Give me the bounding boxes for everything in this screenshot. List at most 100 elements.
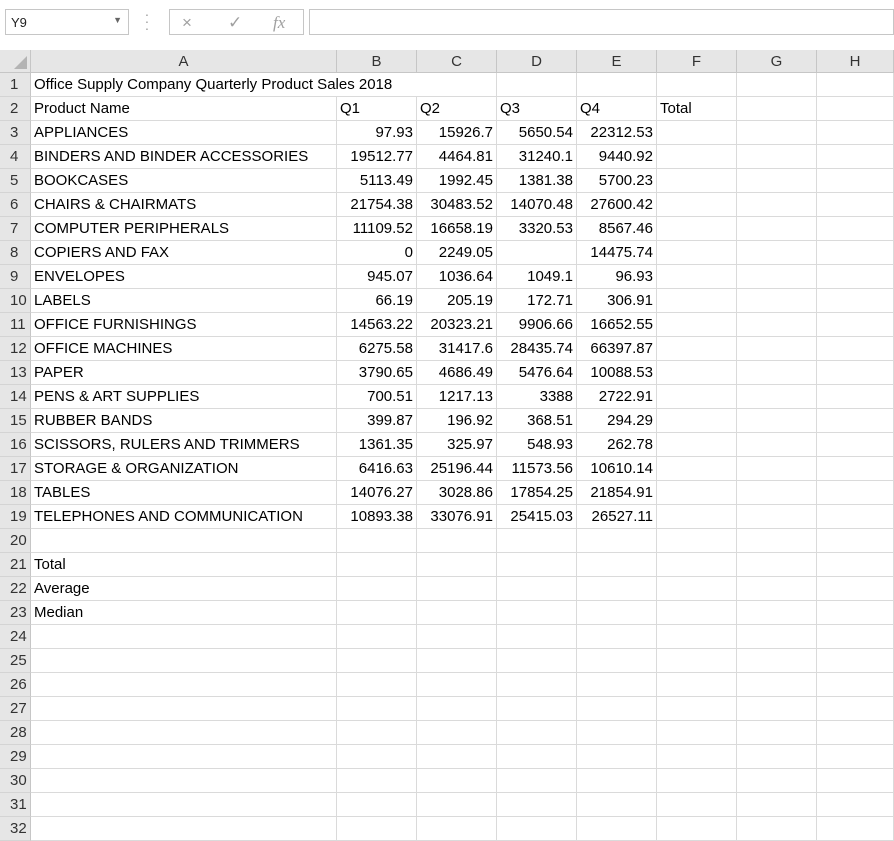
cell-h27[interactable]: [817, 697, 894, 721]
cell-g16[interactable]: [737, 433, 817, 457]
cell-b32[interactable]: [337, 817, 417, 841]
name-box[interactable]: Y9 ▼: [5, 9, 129, 35]
cell-h12[interactable]: [817, 337, 894, 361]
cell-g11[interactable]: [737, 313, 817, 337]
cell-a27[interactable]: [31, 697, 337, 721]
cell-f3[interactable]: [657, 121, 737, 145]
cell-c10[interactable]: 205.19: [417, 289, 497, 313]
cell-d29[interactable]: [497, 745, 577, 769]
row-header-27[interactable]: 27: [0, 697, 31, 721]
cell-h30[interactable]: [817, 769, 894, 793]
column-header-f[interactable]: F: [657, 50, 737, 73]
column-header-a[interactable]: A: [31, 50, 337, 73]
cell-h2[interactable]: [817, 97, 894, 121]
column-header-e[interactable]: E: [577, 50, 657, 73]
cell-d3[interactable]: 5650.54: [497, 121, 577, 145]
cell-b10[interactable]: 66.19: [337, 289, 417, 313]
cell-e32[interactable]: [577, 817, 657, 841]
cell-f29[interactable]: [657, 745, 737, 769]
cell-h31[interactable]: [817, 793, 894, 817]
cell-e11[interactable]: 16652.55: [577, 313, 657, 337]
cell-f32[interactable]: [657, 817, 737, 841]
cell-b6[interactable]: 21754.38: [337, 193, 417, 217]
cell-b17[interactable]: 6416.63: [337, 457, 417, 481]
cell-e2[interactable]: Q4: [577, 97, 657, 121]
cell-d11[interactable]: 9906.66: [497, 313, 577, 337]
cell-b16[interactable]: 1361.35: [337, 433, 417, 457]
cell-c20[interactable]: [417, 529, 497, 553]
cell-d14[interactable]: 3388: [497, 385, 577, 409]
cell-a29[interactable]: [31, 745, 337, 769]
row-header-23[interactable]: 23: [0, 601, 31, 625]
cell-b13[interactable]: 3790.65: [337, 361, 417, 385]
cell-a22[interactable]: Average: [31, 577, 337, 601]
cell-a8[interactable]: COPIERS AND FAX: [31, 241, 337, 265]
cell-h18[interactable]: [817, 481, 894, 505]
row-header-31[interactable]: 31: [0, 793, 31, 817]
cell-g10[interactable]: [737, 289, 817, 313]
cell-g14[interactable]: [737, 385, 817, 409]
cell-a19[interactable]: TELEPHONES AND COMMUNICATION: [31, 505, 337, 529]
column-header-g[interactable]: G: [737, 50, 817, 73]
cell-a16[interactable]: SCISSORS, RULERS AND TRIMMERS: [31, 433, 337, 457]
cell-g1[interactable]: [737, 73, 817, 97]
cell-f22[interactable]: [657, 577, 737, 601]
cell-b22[interactable]: [337, 577, 417, 601]
cell-c26[interactable]: [417, 673, 497, 697]
cell-c8[interactable]: 2249.05: [417, 241, 497, 265]
cell-d18[interactable]: 17854.25: [497, 481, 577, 505]
cell-c15[interactable]: 196.92: [417, 409, 497, 433]
cell-e27[interactable]: [577, 697, 657, 721]
cell-c27[interactable]: [417, 697, 497, 721]
row-header-20[interactable]: 20: [0, 529, 31, 553]
cell-d10[interactable]: 172.71: [497, 289, 577, 313]
cell-f15[interactable]: [657, 409, 737, 433]
cell-a18[interactable]: TABLES: [31, 481, 337, 505]
cell-f19[interactable]: [657, 505, 737, 529]
cell-c13[interactable]: 4686.49: [417, 361, 497, 385]
cell-e5[interactable]: 5700.23: [577, 169, 657, 193]
cell-e20[interactable]: [577, 529, 657, 553]
cell-b23[interactable]: [337, 601, 417, 625]
cell-b2[interactable]: Q1: [337, 97, 417, 121]
cell-e4[interactable]: 9440.92: [577, 145, 657, 169]
cell-c16[interactable]: 325.97: [417, 433, 497, 457]
cell-b28[interactable]: [337, 721, 417, 745]
cell-b30[interactable]: [337, 769, 417, 793]
cell-f20[interactable]: [657, 529, 737, 553]
cell-b26[interactable]: [337, 673, 417, 697]
cell-h32[interactable]: [817, 817, 894, 841]
cell-d8[interactable]: [497, 241, 577, 265]
formula-input[interactable]: [309, 9, 894, 35]
cell-c25[interactable]: [417, 649, 497, 673]
cell-g22[interactable]: [737, 577, 817, 601]
row-header-26[interactable]: 26: [0, 673, 31, 697]
cell-g3[interactable]: [737, 121, 817, 145]
cell-e19[interactable]: 26527.11: [577, 505, 657, 529]
cell-e17[interactable]: 10610.14: [577, 457, 657, 481]
cell-a23[interactable]: Median: [31, 601, 337, 625]
cell-h15[interactable]: [817, 409, 894, 433]
row-header-21[interactable]: 21: [0, 553, 31, 577]
cell-d16[interactable]: 548.93: [497, 433, 577, 457]
cell-h19[interactable]: [817, 505, 894, 529]
column-header-h[interactable]: H: [817, 50, 894, 73]
row-header-28[interactable]: 28: [0, 721, 31, 745]
cell-g24[interactable]: [737, 625, 817, 649]
cell-d7[interactable]: 3320.53: [497, 217, 577, 241]
cell-a12[interactable]: OFFICE MACHINES: [31, 337, 337, 361]
cell-d6[interactable]: 14070.48: [497, 193, 577, 217]
row-header-3[interactable]: 3: [0, 121, 31, 145]
cell-b27[interactable]: [337, 697, 417, 721]
cell-a15[interactable]: RUBBER BANDS: [31, 409, 337, 433]
row-header-32[interactable]: 32: [0, 817, 31, 841]
cell-f2[interactable]: Total: [657, 97, 737, 121]
cell-c21[interactable]: [417, 553, 497, 577]
row-header-5[interactable]: 5: [0, 169, 31, 193]
cell-g27[interactable]: [737, 697, 817, 721]
row-header-1[interactable]: 1: [0, 73, 31, 97]
cell-e13[interactable]: 10088.53: [577, 361, 657, 385]
cell-f18[interactable]: [657, 481, 737, 505]
cell-b31[interactable]: [337, 793, 417, 817]
cell-b14[interactable]: 700.51: [337, 385, 417, 409]
